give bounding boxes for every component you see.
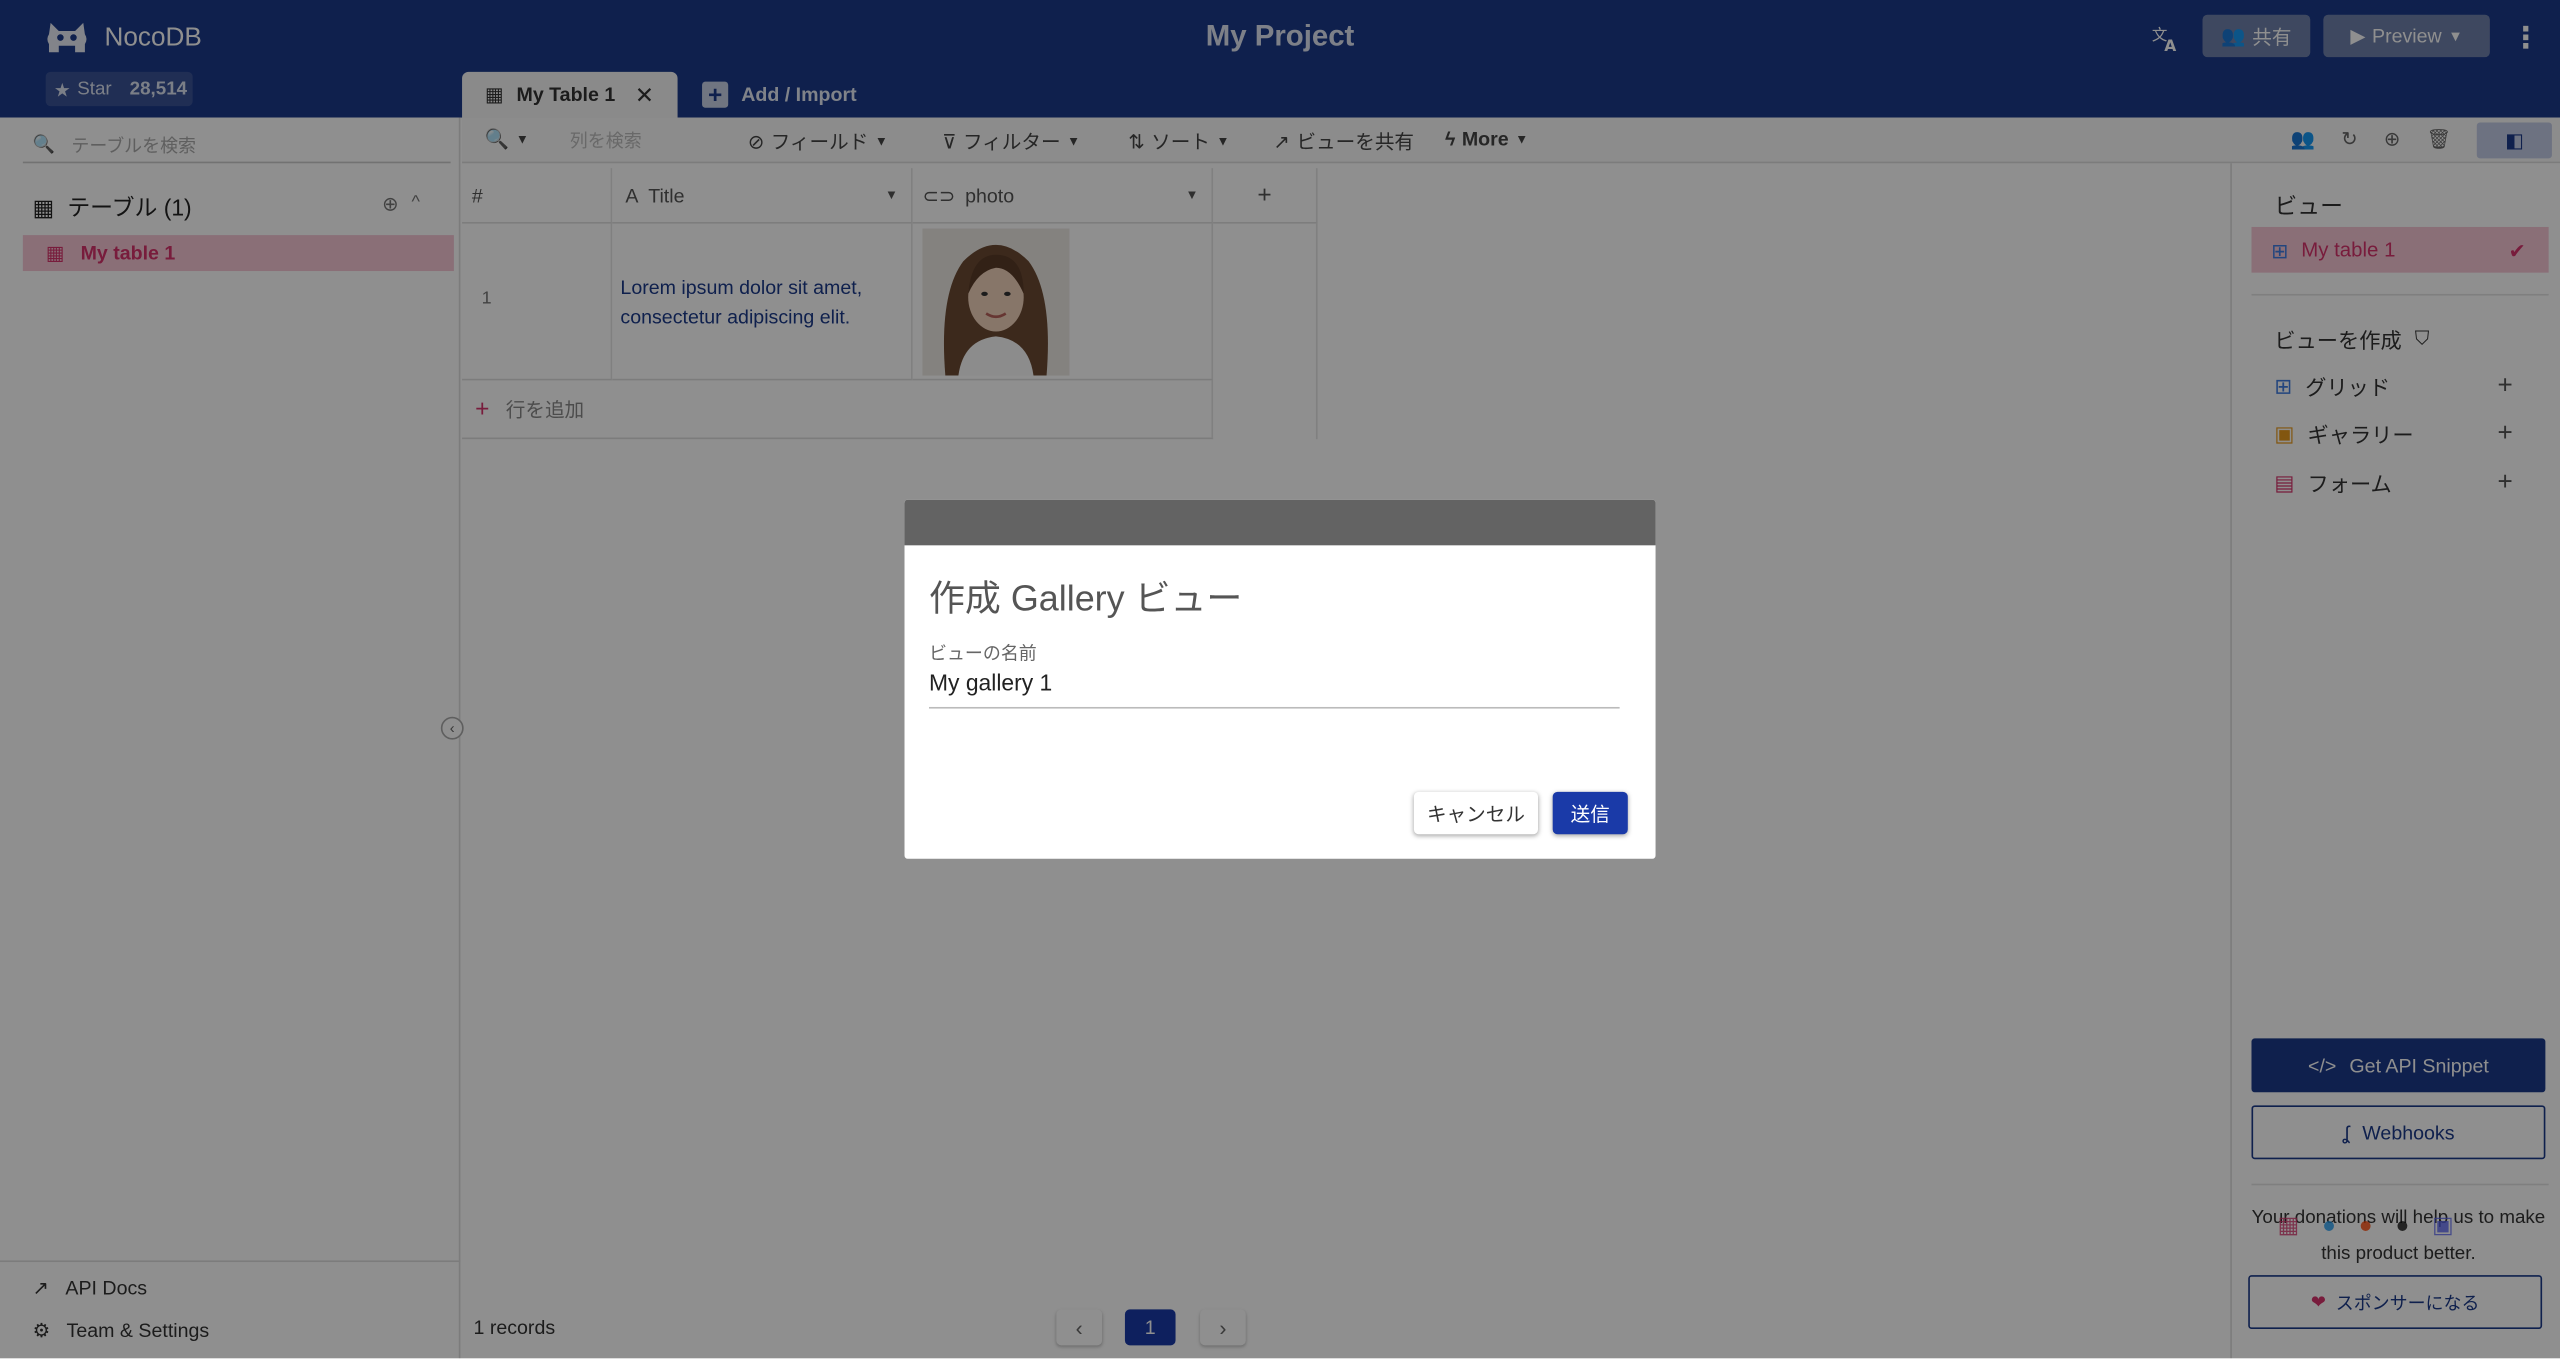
- dialog-title-bar: [904, 499, 1656, 546]
- cancel-button[interactable]: キャンセル: [1413, 791, 1539, 835]
- view-name-label: ビューの名前: [929, 644, 1037, 665]
- create-gallery-view-dialog: 作成 Gallery ビュー ビューの名前 My gallery 1 キャンセル…: [904, 499, 1656, 859]
- dialog-title: 作成 Gallery ビュー: [929, 577, 1243, 619]
- app-root: NocoDB ★ Star 28,514 My Project 文A 👥 共有 …: [0, 0, 2560, 1359]
- view-name-input[interactable]: My gallery 1: [929, 666, 1620, 709]
- submit-button[interactable]: 送信: [1552, 791, 1628, 835]
